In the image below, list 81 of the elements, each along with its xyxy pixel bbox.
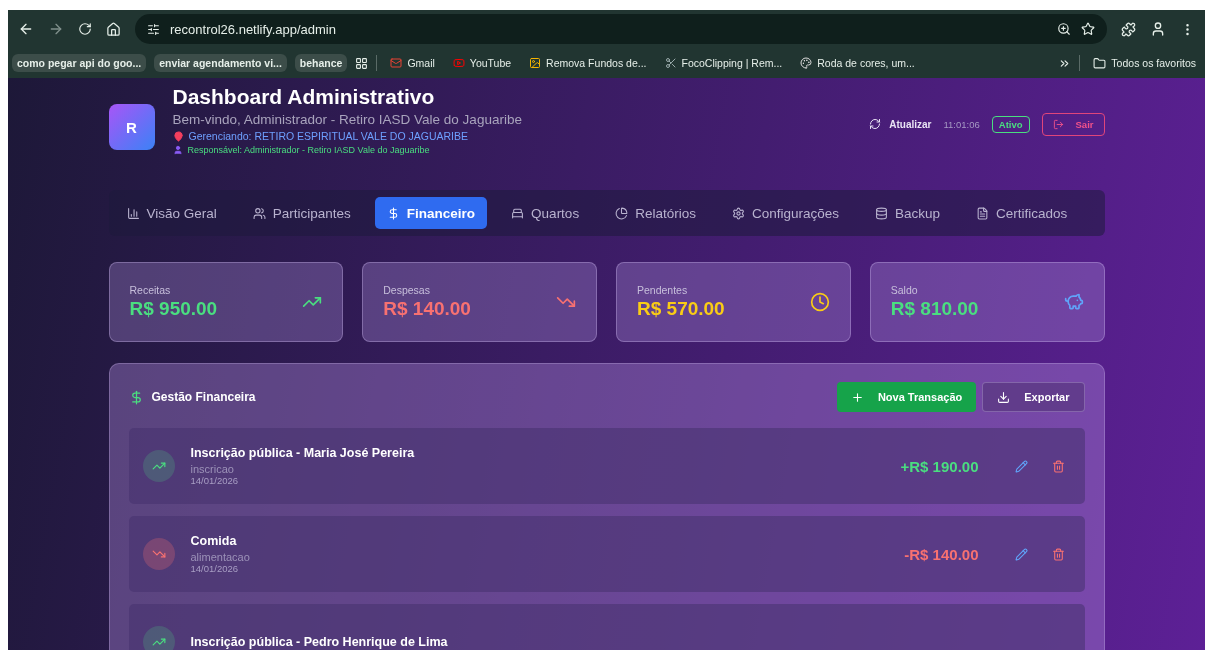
piggy-bank-icon (1063, 292, 1084, 312)
apps-grid-icon[interactable] (355, 56, 369, 70)
tab[interactable]: Configurações (719, 197, 851, 229)
transaction-title: Comida (190, 534, 238, 548)
stat-value: R$ 950.00 (129, 298, 218, 320)
transaction-date: 14/01/2026 (190, 563, 240, 574)
transaction-title: Inscrição pública - Maria José Pereira (190, 446, 416, 460)
transaction-date: 14/01/2026 (190, 475, 240, 486)
transaction-category: alimentacao (190, 551, 251, 563)
users-icon (252, 206, 266, 220)
folder-icon (1093, 56, 1107, 70)
trash-icon (1051, 547, 1065, 561)
pie-chart-icon (615, 206, 629, 220)
bar-chart-icon (126, 206, 140, 220)
status-badge: Ativo (991, 115, 1030, 133)
person-icon (172, 145, 183, 155)
tab[interactable]: Participantes (240, 197, 363, 229)
zoom-icon[interactable] (1057, 22, 1071, 36)
settings-icon (731, 206, 745, 220)
bookmark-link[interactable]: Gmail (385, 57, 440, 69)
responsible-text: Responsável: Administrador - Retiro IASD Vale do Jaguaribe (187, 145, 430, 155)
url-text: recontrol26.netlify.app/admin (170, 21, 337, 37)
tab[interactable]: Backup (863, 197, 952, 229)
address-bar[interactable]: recontrol26.netlify.app/admin (135, 14, 1107, 44)
bed-icon (511, 206, 525, 220)
trash-icon (1051, 459, 1065, 473)
extensions-icon[interactable] (1121, 21, 1136, 37)
bookmark-link[interactable]: Todos os favoritos (1088, 56, 1201, 70)
transaction-amount: +R$ 190.00 (900, 457, 979, 475)
stat-value: R$ 140.00 (383, 298, 471, 320)
tab[interactable]: Visão Geral (114, 197, 229, 229)
mail-icon (390, 57, 403, 69)
database-icon (875, 206, 888, 220)
stat-label: Saldo (890, 284, 919, 296)
scissors-icon (664, 57, 677, 69)
stat-value: R$ 570.00 (637, 298, 725, 320)
export-button[interactable]: Exportar (982, 382, 1085, 412)
forward-icon[interactable] (48, 21, 64, 37)
avatar: R (108, 104, 155, 150)
bookmark-link[interactable]: Roda de cores, um... (795, 57, 920, 69)
stat-label: Receitas (129, 284, 172, 296)
profile-icon[interactable] (1150, 21, 1166, 37)
bookmark-link[interactable]: como pegar api do goo... (12, 54, 147, 72)
transaction-amount: -R$ 140.00 (904, 545, 979, 563)
site-settings-icon[interactable] (147, 22, 160, 36)
stat-value: R$ 810.00 (890, 298, 979, 320)
image-icon (529, 57, 542, 69)
palette-icon (800, 57, 813, 69)
bookmark-star-icon[interactable] (1081, 22, 1095, 36)
home-icon[interactable] (106, 21, 121, 37)
clock-icon (809, 292, 830, 312)
transaction-title: Inscrição pública - Pedro Henrique de Lima (190, 635, 449, 649)
stat-label: Pendentes (637, 284, 689, 296)
bookmark-link[interactable]: YouTube (447, 57, 517, 69)
bookmark-link[interactable]: Remova Fundos de... (524, 57, 652, 69)
plus-icon (850, 390, 864, 404)
play-icon (452, 57, 465, 69)
welcome-text: Bem-vindo, Administrador - Retiro IASD Vale do Jaguaribe (172, 112, 523, 127)
tab[interactable]: Financeiro (374, 197, 488, 229)
document-icon (976, 206, 989, 220)
tab[interactable]: Quartos (499, 197, 592, 229)
panel-title: Gestão Financeira (151, 390, 256, 404)
bookmark-link[interactable]: behance (294, 54, 348, 72)
pencil-icon (1014, 547, 1028, 561)
managing-text: Gerenciando: RETIRO ESPIRITUAL VALE DO JAGUARIBE (188, 130, 468, 142)
download-icon (997, 390, 1011, 404)
tab[interactable]: Relatórios (603, 197, 708, 229)
reload-icon[interactable] (78, 22, 92, 36)
pin-icon (172, 130, 184, 142)
refresh-icon (869, 118, 882, 130)
bookmark-link[interactable]: FocoClipping | Rem... (659, 57, 788, 69)
back-icon[interactable] (18, 21, 34, 37)
page-title: Dashboard Administrativo (172, 84, 436, 110)
logout-icon (1052, 118, 1064, 130)
refresh-button[interactable]: Atualizar (869, 118, 932, 130)
pencil-icon (1014, 459, 1028, 473)
transaction-category: inscricao (190, 463, 235, 475)
stat-label: Despesas (383, 284, 431, 296)
bookmark-link[interactable]: enviar agendamento vi... (154, 54, 287, 72)
tab[interactable]: Certificados (964, 197, 1080, 229)
time-text: 11:01:06 (943, 118, 980, 130)
